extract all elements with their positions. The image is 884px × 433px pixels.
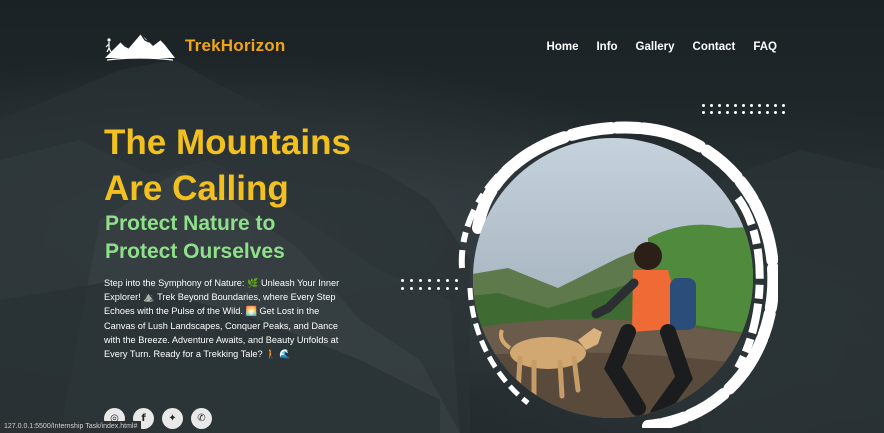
decorative-dot (710, 104, 713, 107)
decorative-dot (702, 104, 705, 107)
mountain-hiker-icon (105, 33, 175, 61)
decorative-dot (419, 279, 422, 282)
headline-line-1: The Mountains (104, 123, 351, 162)
decorative-dot (718, 104, 721, 107)
hero-photo (458, 121, 778, 428)
brand-name: TrekHorizon (185, 36, 286, 55)
decorative-dot (766, 104, 769, 107)
decorative-dot (410, 287, 413, 290)
decorative-dot (750, 104, 753, 107)
decorative-dot (428, 287, 431, 290)
decorative-dot (437, 287, 440, 290)
decorative-dot (766, 111, 769, 114)
decorative-dot (401, 279, 404, 282)
decorative-dot (758, 104, 761, 107)
decorative-dot (718, 111, 721, 114)
decorative-dot (742, 104, 745, 107)
subhead-line-1: Protect Nature to (105, 212, 276, 235)
decorative-dot (734, 111, 737, 114)
hero-description: Step into the Symphony of Nature: 🌿 Unle… (104, 278, 340, 360)
whatsapp-icon[interactable]: ✆ (191, 408, 212, 429)
brand-logo[interactable]: TrekHorizon (103, 30, 285, 62)
decorative-dot (410, 279, 413, 282)
headline-line-2: Are Calling (104, 169, 289, 208)
decorative-dot (782, 104, 785, 107)
decorative-dot (401, 287, 404, 290)
decorative-dot (726, 111, 729, 114)
nav-gallery[interactable]: Gallery (636, 41, 675, 53)
decorative-dot (758, 111, 761, 114)
decorative-dot (428, 279, 431, 282)
hero-subhead: Protect Nature to Protect Ourselves (105, 210, 285, 266)
decorative-dot (437, 279, 440, 282)
decorative-dot (774, 111, 777, 114)
decorative-dot (742, 111, 745, 114)
browser-status-url: 127.0.0.1:5500/Internship Task/index.htm… (0, 421, 142, 433)
decorative-dot (726, 104, 729, 107)
hero-headline: The Mountains Are Calling (104, 120, 351, 212)
decorative-dot (734, 104, 737, 107)
decorative-dot (750, 111, 753, 114)
nav-home[interactable]: Home (547, 41, 579, 53)
main-nav: Home Info Gallery Contact FAQ (529, 41, 777, 53)
decorative-dots-top (702, 104, 785, 114)
decorative-dot (702, 111, 705, 114)
decorative-dot (774, 104, 777, 107)
nav-faq[interactable]: FAQ (753, 41, 777, 53)
nav-contact[interactable]: Contact (693, 41, 736, 53)
decorative-dot (782, 111, 785, 114)
decorative-dot (419, 287, 422, 290)
nav-info[interactable]: Info (596, 41, 617, 53)
decorative-dot (710, 111, 713, 114)
twitter-icon[interactable]: ✦ (162, 408, 183, 429)
subhead-line-2: Protect Ourselves (105, 240, 285, 263)
